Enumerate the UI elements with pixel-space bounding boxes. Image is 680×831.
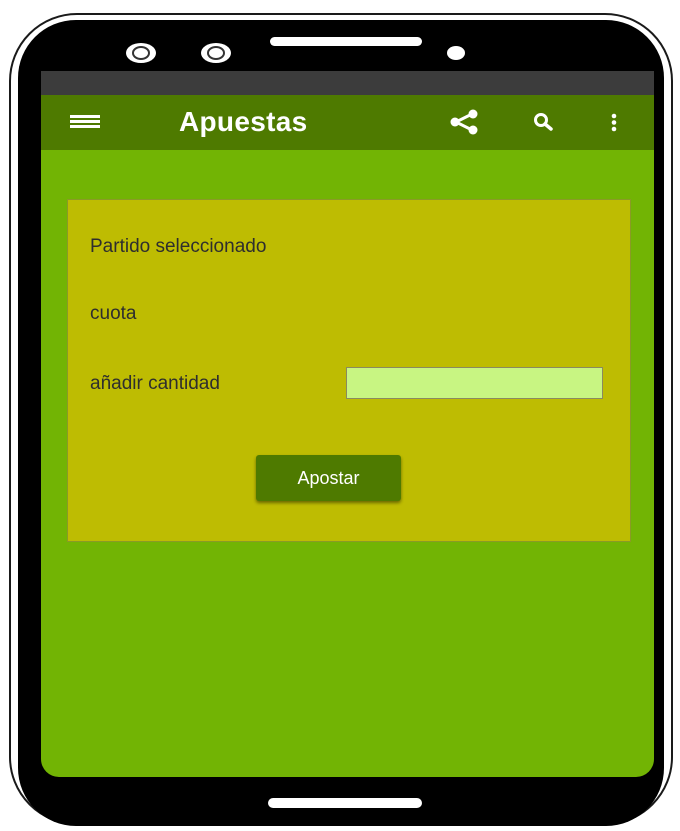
- selected-match-label: Partido seleccionado: [90, 236, 267, 257]
- home-indicator[interactable]: [268, 798, 422, 808]
- amount-label: añadir cantidad: [90, 373, 220, 394]
- more-vert-icon[interactable]: [609, 113, 619, 133]
- front-camera-left: [126, 43, 156, 63]
- odds-label: cuota: [90, 303, 137, 324]
- front-camera-right: [201, 43, 231, 63]
- status-bar: [41, 71, 654, 95]
- earpiece-speaker: [270, 37, 422, 46]
- hamburger-menu-icon[interactable]: [70, 115, 100, 129]
- page-title: Apuestas: [179, 106, 308, 137]
- bet-button[interactable]: Apostar: [256, 455, 401, 501]
- share-icon[interactable]: [447, 109, 481, 135]
- phone-screen: Apuestas Partido seleccionado cuota añad…: [41, 71, 654, 777]
- app-bar: Apuestas: [41, 95, 654, 150]
- search-icon[interactable]: [532, 112, 556, 134]
- proximity-sensor: [447, 46, 465, 60]
- amount-input[interactable]: [346, 367, 603, 399]
- bet-form-card: Partido seleccionado cuota añadir cantid…: [67, 199, 631, 542]
